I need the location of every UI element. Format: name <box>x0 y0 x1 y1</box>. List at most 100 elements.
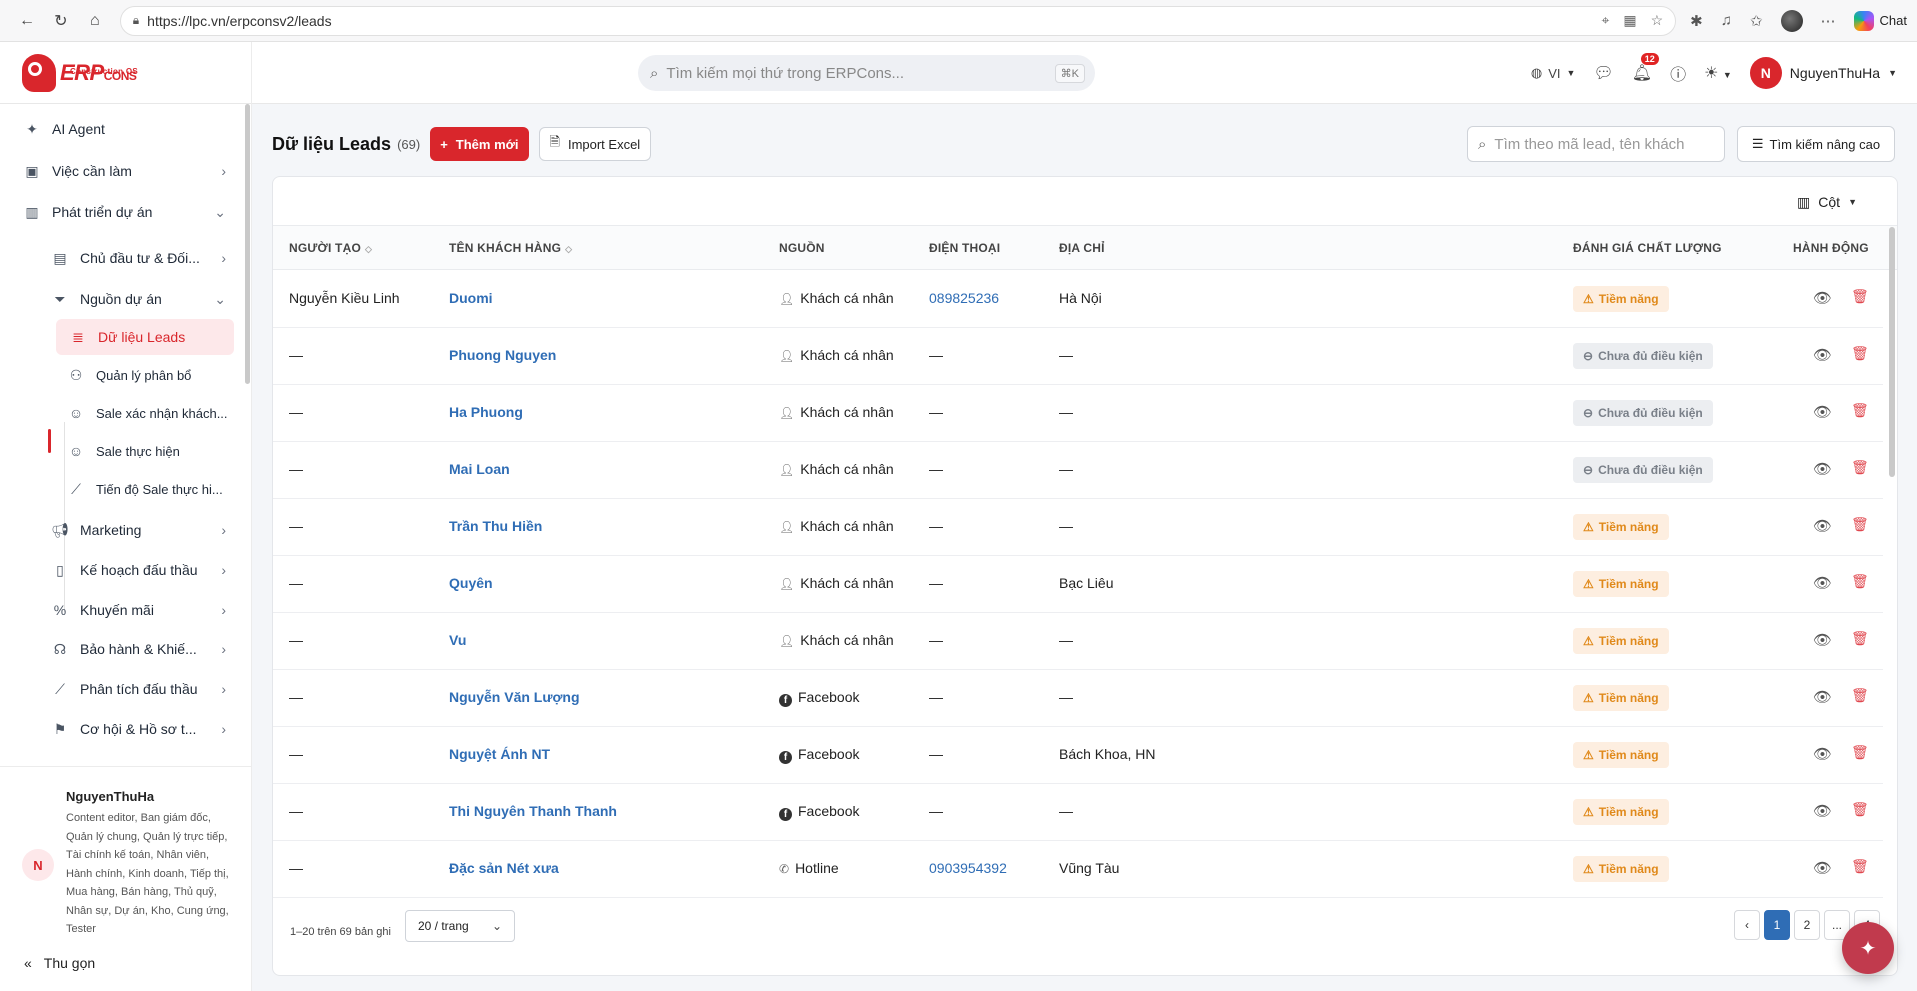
delete-trash-icon[interactable]: 🗑︎ <box>1851 801 1869 818</box>
delete-trash-icon[interactable]: 🗑︎ <box>1851 288 1869 305</box>
delete-trash-icon[interactable]: 🗑︎ <box>1851 345 1869 362</box>
chevron-right-icon: › <box>221 562 226 578</box>
table-scrollbar[interactable] <box>1889 227 1895 477</box>
page-button[interactable]: 1 <box>1764 910 1790 940</box>
sidebar-item-tasks[interactable]: ▣ Việc cần làm › <box>0 151 240 191</box>
sidebar-item-sale-confirm[interactable]: ☺ Sale xác nhận khách... <box>0 394 240 432</box>
lead-search-input[interactable]: ⌕ Tìm theo mã lead, tên khách <box>1467 126 1725 162</box>
sidebar-item-sale-progress[interactable]: ⟋ Tiến độ Sale thực hi... <box>0 470 240 508</box>
apps-icon[interactable]: ▦ <box>1623 12 1636 29</box>
delete-trash-icon[interactable]: 🗑︎ <box>1851 744 1869 761</box>
customer-name-link[interactable]: Vu <box>449 632 466 648</box>
chat-bubble-icon[interactable]: 💬︎ <box>1593 63 1613 83</box>
add-new-button[interactable]: + Thêm mới <box>430 127 529 161</box>
global-search-input[interactable]: ⌕ Tìm kiếm mọi thứ trong ERPCons... ⌘K <box>638 55 1095 91</box>
home-icon[interactable]: ⌂ <box>78 6 112 36</box>
address-bar[interactable]: 🔒︎ https://lpc.vn/erpconsv2/leads ⌖ ▦ ☆ <box>119 5 1677 36</box>
view-eye-icon[interactable]: 👁︎ <box>1813 745 1832 763</box>
view-eye-icon[interactable]: 👁︎ <box>1813 517 1832 535</box>
table-row[interactable]: — Nguyệt Ánh NT f Facebook — Bách Khoa, HN ⚠ Ti… <box>273 727 1883 784</box>
columns-button[interactable]: ▥ Cột ▼ <box>1797 185 1857 219</box>
view-eye-icon[interactable]: 👁︎ <box>1813 631 1832 649</box>
table-row[interactable]: — Vu 👤︎ Khách cá nhân — — ⚠ Tiềm năng 👁︎ 🗑︎ <box>273 613 1883 670</box>
view-eye-icon[interactable]: 👁︎ <box>1813 289 1832 307</box>
profile-avatar[interactable] <box>1780 9 1803 32</box>
sidebar-item-allocation[interactable]: ⚇ Quản lý phân bổ <box>0 356 240 394</box>
table-row[interactable]: — Phuong Nguyen 👤︎ Khách cá nhân — — ⊖ Chưa đủ … <box>273 328 1883 385</box>
sidebar-item-sale-execute[interactable]: ☺ Sale thực hiện <box>0 432 240 470</box>
favorite-star-icon[interactable]: ☆ <box>1651 12 1664 29</box>
table-row[interactable]: — Quyên 👤︎ Khách cá nhân — Bạc Liêu ⚠ Tiềm năng… <box>273 556 1883 613</box>
delete-trash-icon[interactable]: 🗑︎ <box>1851 402 1869 419</box>
table-row[interactable]: — Trần Thu Hiền 👤︎ Khách cá nhân — — ⚠ Tiềm năn… <box>273 499 1883 556</box>
customer-name-link[interactable]: Duomi <box>449 290 493 306</box>
customer-name-link[interactable]: Quyên <box>449 575 493 591</box>
table-row[interactable]: — Mai Loan 👤︎ Khách cá nhân — — ⊖ Chưa đủ điều … <box>273 442 1883 499</box>
customer-name-link[interactable]: Trần Thu Hiền <box>449 518 542 534</box>
view-eye-icon[interactable]: 👁︎ <box>1813 802 1832 820</box>
customer-name-link[interactable]: Thi Nguyên Thanh Thanh <box>449 803 617 819</box>
copilot-chat-button[interactable]: Chat <box>1853 10 1907 31</box>
delete-trash-icon[interactable]: 🗑︎ <box>1851 858 1869 875</box>
reload-icon[interactable]: ↻ <box>44 6 78 36</box>
delete-trash-icon[interactable]: 🗑︎ <box>1851 573 1869 590</box>
view-eye-icon[interactable]: 👁︎ <box>1813 403 1832 421</box>
column-header-customer[interactable]: TÊN KHÁCH HÀNG ◇ <box>449 241 572 255</box>
help-icon[interactable]: ⓘ <box>1670 61 1686 85</box>
sidebar-item-opportunities[interactable]: ⚑ Cơ hội & Hồ sơ t... › <box>0 709 240 749</box>
delete-trash-icon[interactable]: 🗑︎ <box>1851 630 1869 647</box>
customer-name-link[interactable]: Nguyễn Văn Lượng <box>449 689 580 705</box>
view-eye-icon[interactable]: 👁︎ <box>1813 574 1832 592</box>
view-eye-icon[interactable]: 👁︎ <box>1813 460 1832 478</box>
customer-name-link[interactable]: Mai Loan <box>449 461 510 477</box>
media-icon[interactable]: ♫ <box>1721 12 1732 29</box>
sidebar-item-leads[interactable]: ≣ Dữ liệu Leads <box>56 319 234 355</box>
back-icon[interactable]: ← <box>10 6 44 36</box>
view-eye-icon[interactable]: 👁︎ <box>1813 346 1832 364</box>
sidebar-item-bid-analysis[interactable]: ⟋ Phân tích đấu thầu › <box>0 669 240 709</box>
import-excel-button[interactable]: 🗎 Import Excel <box>538 127 652 161</box>
theme-toggle[interactable]: ☀ ▼ <box>1704 63 1732 83</box>
delete-trash-icon[interactable]: 🗑︎ <box>1851 687 1869 704</box>
sidebar-item-bidding-plan[interactable]: ▯ Kế hoạch đấu thầu › <box>0 550 240 590</box>
user-menu[interactable]: N NguyenThuHa ▼ <box>1749 57 1897 89</box>
view-eye-icon[interactable]: 👁︎ <box>1813 859 1832 877</box>
sidebar-item-project-dev[interactable]: ▥ Phát triển dự án ⌄ <box>0 192 240 232</box>
extensions-icon[interactable]: ✱ <box>1690 12 1703 30</box>
minus-circle-icon: ⊖ <box>1583 463 1594 477</box>
sidebar-item-project-sources[interactable]: ⏷ Nguồn dự án ⌄ <box>0 279 240 319</box>
prev-page-button[interactable]: ‹ <box>1734 910 1760 940</box>
table-row[interactable]: — Nguyễn Văn Lượng f Facebook — — ⚠ Tiềm năng 👁︎… <box>273 670 1883 727</box>
customer-name-link[interactable]: Đặc sản Nét xưa <box>449 860 559 876</box>
favorites-icon[interactable]: ✩ <box>1750 12 1763 30</box>
view-eye-icon[interactable]: 👁︎ <box>1813 688 1832 706</box>
customer-name-link[interactable]: Ha Phuong <box>449 404 523 420</box>
advanced-search-button[interactable]: ☰ Tìm kiếm nâng cao <box>1737 126 1895 162</box>
page-size-select[interactable]: 20 / trang ⌄ <box>405 910 515 942</box>
language-selector[interactable]: ◍ VI ▼ <box>1531 65 1576 81</box>
sidebar-item-warranty[interactable]: ☊ Bảo hành & Khiế... › <box>0 629 240 669</box>
collapse-sidebar-button[interactable]: « Thu gọn <box>24 955 95 971</box>
table-row[interactable]: — Ha Phuong 👤︎ Khách cá nhân — — ⊖ Chưa đủ điều… <box>273 385 1883 442</box>
logo[interactable]: ERPCONS Construction OS <box>0 42 252 104</box>
sidebar-item-ai-agent[interactable]: ✦ AI Agent <box>0 109 240 149</box>
delete-trash-icon[interactable]: 🗑︎ <box>1851 459 1869 476</box>
page-button[interactable]: 2 <box>1794 910 1820 940</box>
location-icon[interactable]: ⌖ <box>1601 12 1609 29</box>
ai-assistant-fab[interactable]: ✦ <box>1842 922 1894 974</box>
table-row[interactable]: — Thi Nguyên Thanh Thanh f Facebook — — ⚠ Tiềm … <box>273 784 1883 841</box>
more-icon[interactable]: ⋯ <box>1821 12 1836 30</box>
customer-name-link[interactable]: Phuong Nguyen <box>449 347 556 363</box>
table-row[interactable]: — Đặc sản Nét xưa ✆ Hotline 0903954392 Vũng T… <box>273 841 1883 898</box>
sidebar-scrollbar[interactable] <box>245 104 250 384</box>
table-row[interactable]: Nguyễn Kiều Linh Duomi 👤︎ Khách cá nhân 0898… <box>273 271 1883 328</box>
cell-phone[interactable]: 0903954392 <box>929 860 1007 876</box>
customer-name-link[interactable]: Nguyệt Ánh NT <box>449 746 550 762</box>
sidebar-item-investors[interactable]: ▤ Chủ đầu tư & Đối... › <box>0 238 240 278</box>
sidebar-item-promotions[interactable]: % Khuyến mãi › <box>0 590 240 630</box>
column-header-creator[interactable]: NGƯỜI TẠO ◇ <box>289 241 372 255</box>
delete-trash-icon[interactable]: 🗑︎ <box>1851 516 1869 533</box>
cell-phone[interactable]: 089825236 <box>929 290 999 306</box>
sidebar-item-marketing[interactable]: 📢︎ Marketing › <box>0 510 240 550</box>
notifications-button[interactable]: 🔔︎ 12 <box>1632 53 1659 83</box>
